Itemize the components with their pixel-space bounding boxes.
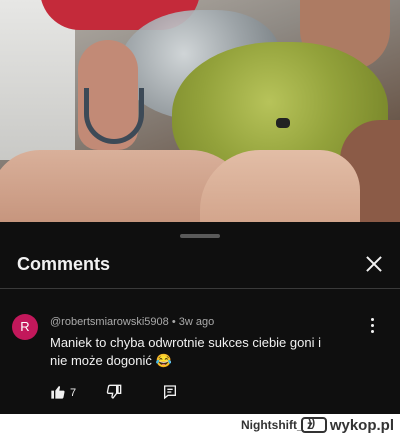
video-frame-hand xyxy=(200,150,360,222)
drag-handle[interactable] xyxy=(180,234,220,238)
dislike-button[interactable] xyxy=(106,384,122,405)
comment-meta: @robertsmiarowski5908 • 3w ago xyxy=(50,316,215,328)
thumb-up-icon xyxy=(51,386,65,399)
wykop-logo-label: wykop.pl xyxy=(329,416,394,434)
reply-button[interactable] xyxy=(162,384,178,405)
wykop-logo-mark xyxy=(300,417,327,433)
video-player[interactable] xyxy=(0,0,400,222)
divider xyxy=(0,288,400,289)
comments-title: Comments xyxy=(17,254,111,274)
watermark-bar: Nightshift_ z wykop.pl xyxy=(0,414,400,436)
comment-actions: 7 xyxy=(50,384,250,404)
video-frame-sack-tie xyxy=(276,118,290,128)
wykop-logo-icon: wykop.pl xyxy=(300,416,394,434)
like-button[interactable] xyxy=(50,384,66,405)
comments-sheet: Comments R @robertsmiarowski5908 • 3w ag… xyxy=(0,222,400,436)
more-vert-icon[interactable] xyxy=(366,316,380,336)
close-icon[interactable] xyxy=(360,250,388,278)
thumb-down-icon xyxy=(106,384,122,399)
like-count: 7 xyxy=(70,387,77,399)
avatar[interactable]: R xyxy=(12,314,38,340)
comment-text: Maniek to chyba odwrotnie sukces ciebie … xyxy=(50,335,321,368)
reply-icon xyxy=(164,385,176,400)
